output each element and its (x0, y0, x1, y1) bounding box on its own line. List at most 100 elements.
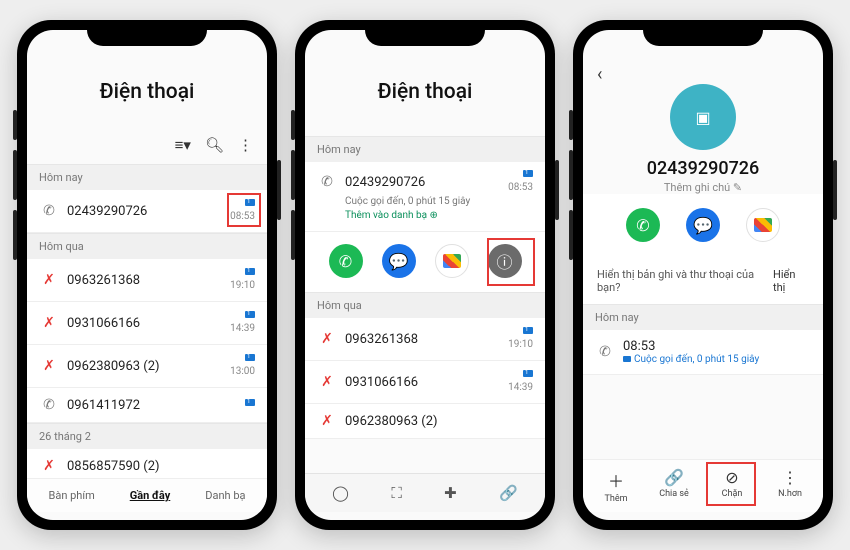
side-button (13, 150, 17, 200)
share-button[interactable]: 🔗Chia sẻ (650, 468, 698, 504)
call-row[interactable]: ✗0962380963 (2) (305, 404, 545, 439)
call-row[interactable]: ✗096326136819:10 (305, 318, 545, 361)
back-button[interactable]: ‹ (597, 64, 602, 85)
screen: Điện thoại Hôm nay ✆0243929072608:53 Cuộ… (305, 30, 545, 520)
section-today: Hôm nay (583, 304, 823, 330)
add-contact-link[interactable]: Thêm vào danh bạ ⊕ (345, 210, 533, 221)
record-icon[interactable]: ◯ (332, 484, 349, 502)
call-button[interactable]: ✆ (329, 244, 363, 278)
block-icon: ⊘ (708, 468, 756, 487)
call-row[interactable]: ✗0962380963 (2)13:00 (27, 345, 267, 388)
action-row: ✆ 💬 (583, 194, 823, 258)
sim-badge (245, 199, 255, 206)
call-number: 02439290726 (59, 204, 230, 219)
call-time: 13:00 (230, 354, 255, 378)
info-icon: ⓘ (496, 249, 512, 273)
video-icon: ▣ (695, 108, 710, 127)
call-time: 19:10 (230, 268, 255, 292)
side-button (13, 110, 17, 140)
bottom-tabs: Bàn phím Gần đây Danh bạ (27, 478, 267, 512)
notch (365, 20, 485, 46)
missed-icon: ✗ (39, 315, 59, 331)
call-row[interactable]: ✆0961411972 (27, 388, 267, 423)
section-feb26: 26 tháng 2 (27, 423, 267, 449)
call-time: 14:39 (230, 311, 255, 335)
toolbar: ≡▾ 🔍︎ ⋮ (27, 136, 267, 164)
share-icon: 🔗 (650, 468, 698, 487)
phone-icon: ✆ (339, 252, 352, 271)
call-number: 02439290726 (337, 175, 508, 190)
call-number: 0961411972 (59, 398, 245, 413)
side-button (277, 160, 281, 220)
call-row[interactable]: ✗093106616614:39 (305, 361, 545, 404)
tab-contacts[interactable]: Danh bạ (205, 489, 245, 502)
phone-icon: ✆ (39, 203, 59, 219)
info-button[interactable]: ⓘ (488, 244, 522, 278)
hint-text: Hiển thị bản ghi và thư thoại của bạn? (597, 268, 773, 294)
show-button[interactable]: Hiển thị (773, 268, 809, 294)
meet-icon (754, 218, 772, 232)
more-icon[interactable]: ⋮ (238, 136, 253, 154)
add-icon[interactable]: ✚ (444, 484, 457, 502)
search-icon[interactable]: 🔍︎ (205, 136, 224, 154)
notch (643, 20, 763, 46)
call-time: 08:53 (230, 199, 255, 223)
missed-icon: ✗ (317, 331, 337, 347)
call-time (245, 399, 255, 411)
video-call-button[interactable] (746, 208, 780, 242)
call-time: 08:53 (508, 170, 533, 194)
scan-icon[interactable]: ⛶ (391, 484, 402, 502)
call-row[interactable]: ✗096326136819:10 (27, 259, 267, 302)
more-button[interactable]: ⋮N.hơn (766, 468, 814, 504)
bottom-actions: ＋Thêm 🔗Chia sẻ ⊘Chặn ⋮N.hơn (583, 459, 823, 512)
tab-recent[interactable]: Gần đây (130, 489, 171, 502)
section-yesterday: Hôm qua (305, 292, 545, 318)
add-note-link[interactable]: Thêm ghi chú ✎ (583, 181, 823, 194)
contact-number: 02439290726 (583, 158, 823, 179)
phone-icon: ✆ (636, 216, 649, 235)
missed-icon: ✗ (317, 413, 337, 429)
screen: ‹ ▣ 02439290726 Thêm ghi chú ✎ ✆ 💬 Hiển … (583, 30, 823, 520)
call-number: 0962380963 (2) (59, 359, 230, 374)
message-button[interactable]: 💬 (382, 244, 416, 278)
action-row: ✆ 💬 ⓘ (305, 232, 545, 292)
missed-icon: ✗ (317, 374, 337, 390)
video-call-button[interactable] (435, 244, 469, 278)
meet-icon (443, 254, 461, 268)
call-time: 08:53 (623, 339, 811, 354)
phone-icon: ✆ (39, 397, 59, 413)
avatar[interactable]: ▣ (670, 84, 736, 150)
screen: Điện thoại ≡▾ 🔍︎ ⋮ Hôm nay ✆ 02439290726… (27, 30, 267, 520)
bottom-bar: ◯ ⛶ ✚ 🔗 (305, 473, 545, 512)
call-number: 0856857590 (2) (59, 459, 255, 474)
add-button[interactable]: ＋Thêm (592, 468, 640, 504)
chat-icon: 💬 (389, 252, 409, 271)
filter-icon[interactable]: ≡▾ (175, 136, 191, 154)
call-number: 0931066166 (59, 316, 230, 331)
call-row[interactable]: ✆ 02439290726 08:53 (27, 190, 267, 233)
call-detail: Cuộc gọi đến, 0 phút 15 giây (345, 196, 533, 207)
plus-icon: ＋ (592, 468, 640, 492)
phone-1: Điện thoại ≡▾ 🔍︎ ⋮ Hôm nay ✆ 02439290726… (17, 20, 277, 530)
call-button[interactable]: ✆ (626, 208, 660, 242)
phone-icon: ✆ (317, 174, 337, 190)
side-button (13, 210, 17, 260)
chat-icon: 💬 (693, 216, 713, 235)
section-today: Hôm nay (305, 136, 545, 162)
tab-keypad[interactable]: Bàn phím (48, 489, 94, 502)
call-detail: Cuộc gọi đến, 0 phút 15 giây (623, 354, 811, 365)
call-row[interactable]: ✗093106616614:39 (27, 302, 267, 345)
missed-icon: ✗ (39, 458, 59, 474)
missed-icon: ✗ (39, 272, 59, 288)
more-icon: ⋮ (766, 468, 814, 487)
section-today: Hôm nay (27, 164, 267, 190)
share-icon[interactable]: 🔗 (499, 484, 518, 502)
voicemail-hint: Hiển thị bản ghi và thư thoại của bạn? H… (583, 258, 823, 304)
block-button[interactable]: ⊘Chặn (708, 468, 756, 504)
call-expanded[interactable]: ✆0243929072608:53 Cuộc gọi đến, 0 phút 1… (305, 162, 545, 232)
phone-2: Điện thoại Hôm nay ✆0243929072608:53 Cuộ… (295, 20, 555, 530)
call-row[interactable]: ✆ 08:53 Cuộc gọi đến, 0 phút 15 giây (583, 330, 823, 375)
notch (87, 20, 207, 46)
message-button[interactable]: 💬 (686, 208, 720, 242)
missed-icon: ✗ (39, 358, 59, 374)
